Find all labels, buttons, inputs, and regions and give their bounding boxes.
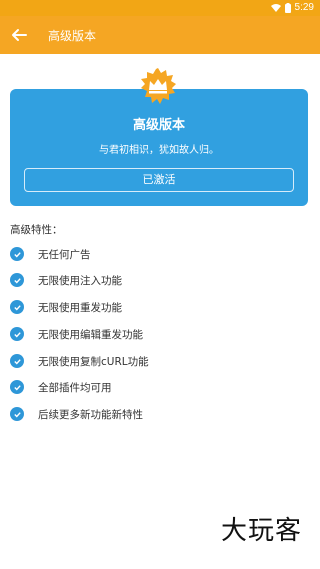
battery-icon xyxy=(284,2,291,13)
check-circle-icon xyxy=(10,327,24,341)
feature-item: 无限使用复制cURL功能 xyxy=(10,353,149,369)
feature-item: 无限使用编辑重发功能 xyxy=(10,326,143,342)
feature-label: 无限使用复制cURL功能 xyxy=(38,355,149,368)
features-title: 高级特性： xyxy=(10,224,63,236)
watermark: 大玩客 xyxy=(220,516,302,546)
arrow-left-icon[interactable] xyxy=(10,26,28,44)
feature-label: 无限使用注入功能 xyxy=(38,274,122,287)
premium-title: 高级版本 xyxy=(132,118,185,133)
status-time: 5:29 xyxy=(294,2,314,13)
feature-item: 无任何广告 xyxy=(10,246,91,262)
check-circle-icon xyxy=(10,407,24,421)
page-title: 高级版本 xyxy=(48,29,97,43)
check-circle-icon xyxy=(10,273,24,287)
feature-item: 无限使用注入功能 xyxy=(10,272,122,288)
feature-label: 无限使用编辑重发功能 xyxy=(38,328,143,341)
check-circle-icon xyxy=(10,247,24,261)
check-circle-icon xyxy=(10,380,24,394)
feature-item: 无限使用重发功能 xyxy=(10,299,122,315)
status-bar: 5:29 xyxy=(0,0,320,16)
feature-label: 后续更多新功能新特性 xyxy=(38,408,143,421)
feature-label: 全部插件均可用 xyxy=(38,381,112,394)
check-circle-icon xyxy=(10,300,24,314)
app-bar: 高级版本 xyxy=(0,16,320,54)
crown-badge-icon xyxy=(141,68,176,104)
feature-label: 无限使用重发功能 xyxy=(38,301,122,314)
premium-card: 高级版本 与君初相识，犹如故人归。 已激活 xyxy=(10,89,308,206)
wifi-icon xyxy=(270,3,281,12)
feature-item: 全部插件均可用 xyxy=(10,379,112,395)
feature-label: 无任何广告 xyxy=(38,248,91,261)
premium-subtitle: 与君初相识，犹如故人归。 xyxy=(99,145,219,156)
feature-item: 后续更多新功能新特性 xyxy=(10,406,143,422)
activated-button[interactable]: 已激活 xyxy=(24,168,294,192)
check-circle-icon xyxy=(10,354,24,368)
